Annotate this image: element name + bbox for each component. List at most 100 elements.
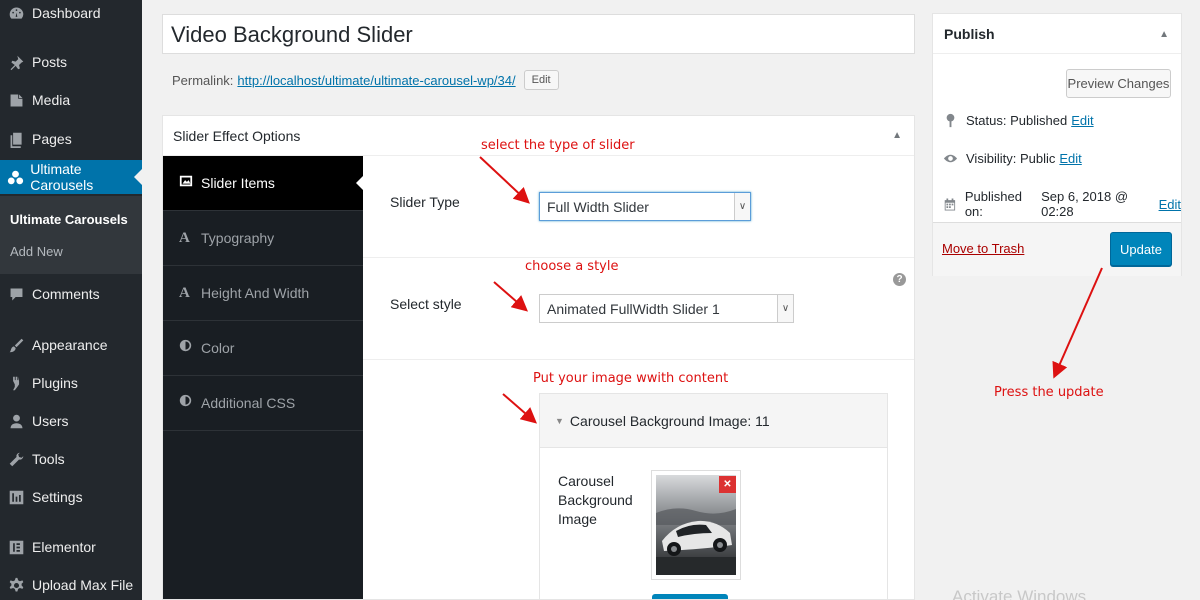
help-icon[interactable]: ? xyxy=(893,273,906,286)
tab-slider-items-label: Slider Items xyxy=(201,175,275,191)
annotation-update: Press the update xyxy=(994,385,1104,400)
published-on-row: Published on: Sep 6, 2018 @ 02:28 Edit xyxy=(943,189,1181,219)
slider-type-select[interactable]: Full Width Slider ∨ xyxy=(539,192,751,221)
select-style-value: Animated FullWidth Slider 1 xyxy=(547,300,720,317)
triangle-down-icon: ▼ xyxy=(555,415,564,426)
menu-comments-label: Comments xyxy=(32,286,100,302)
menu-dashboard-label: Dashboard xyxy=(32,5,101,21)
plugin-icon xyxy=(0,375,32,392)
published-edit-link[interactable]: Edit xyxy=(1159,197,1181,212)
menu-upload-max-file[interactable]: Upload Max File xyxy=(0,568,142,600)
menu-tools[interactable]: Tools xyxy=(0,442,142,476)
carousels-submenu: Ultimate Carousels Add New xyxy=(0,196,142,274)
menu-media[interactable]: Media xyxy=(0,83,142,117)
tab-typography[interactable]: A Typography xyxy=(163,211,363,266)
slider-type-value: Full Width Slider xyxy=(547,198,649,215)
slider-effect-options-box: Slider Effect Options ▲ Slider Items A T… xyxy=(162,115,915,600)
menu-tools-label: Tools xyxy=(32,451,65,467)
settings-icon xyxy=(0,489,32,506)
move-to-trash-link[interactable]: Move to Trash xyxy=(942,241,1024,256)
current-menu-arrow xyxy=(134,169,142,185)
contrast-icon xyxy=(179,394,199,412)
submenu-ultimate-carousels[interactable]: Ultimate Carousels xyxy=(10,212,128,227)
arrow-update xyxy=(1052,267,1103,379)
eye-icon xyxy=(943,154,958,163)
menu-comments[interactable]: Comments xyxy=(0,277,142,311)
visibility-label: Visibility: xyxy=(966,151,1017,166)
tab-height-and-width-label: Height And Width xyxy=(201,285,310,301)
visibility-edit-link[interactable]: Edit xyxy=(1059,151,1081,166)
menu-posts-label: Posts xyxy=(32,54,68,70)
remove-image-icon[interactable]: ✕ xyxy=(719,476,736,493)
tab-additional-css-label: Additional CSS xyxy=(201,395,296,411)
collapse-arrow-icon[interactable]: ▲ xyxy=(892,130,902,141)
preview-changes-button[interactable]: Preview Changes xyxy=(1066,69,1171,98)
menu-dashboard[interactable]: Dashboard xyxy=(0,0,142,30)
publish-header[interactable]: Publish ▲ xyxy=(933,14,1181,54)
permalink-edit-button[interactable]: Edit xyxy=(523,70,559,90)
users-icon xyxy=(0,413,32,430)
status-edit-link[interactable]: Edit xyxy=(1071,113,1093,128)
carousel-background-box: ▼ Carousel Background Image: 11 Carousel… xyxy=(539,393,888,599)
active-tab-pointer xyxy=(356,176,363,190)
menu-users-label: Users xyxy=(32,413,69,429)
permalink-label: Permalink: xyxy=(172,72,234,88)
menu-settings-label: Settings xyxy=(32,489,83,505)
menu-appearance[interactable]: Appearance xyxy=(0,328,142,362)
publish-box: Publish ▲ Preview Changes Status: Publis… xyxy=(932,13,1182,276)
menu-users[interactable]: Users xyxy=(0,404,142,438)
visibility-value: Public xyxy=(1019,151,1056,166)
add-image-button[interactable] xyxy=(652,594,728,599)
published-value: Sep 6, 2018 @ 02:28 xyxy=(1041,189,1129,219)
menu-settings[interactable]: Settings xyxy=(0,480,142,514)
elementor-icon xyxy=(0,539,32,556)
select-style-label: Select style xyxy=(390,296,462,312)
menu-elementor[interactable]: Elementor xyxy=(0,530,142,564)
tab-color[interactable]: Color xyxy=(163,321,363,376)
menu-plugins-label: Plugins xyxy=(32,375,78,391)
menu-elementor-label: Elementor xyxy=(32,539,96,555)
permalink-row: Permalink: http://localhost/ultimate/ult… xyxy=(172,70,559,90)
height-width-icon: A xyxy=(179,284,190,301)
options-tabs: Slider Items A Typography A Height And W… xyxy=(163,156,363,599)
annotation-image: Put your image wwith content xyxy=(533,371,729,386)
activate-windows-watermark: Activate Windows xyxy=(952,587,1087,600)
menu-media-label: Media xyxy=(32,92,71,108)
menu-posts[interactable]: Posts xyxy=(0,45,142,79)
post-title-input[interactable]: Video Background Slider xyxy=(162,14,915,54)
slider-type-label: Slider Type xyxy=(390,194,460,210)
wrench-icon xyxy=(0,451,32,468)
select-style-select[interactable]: Animated FullWidth Slider 1 ∨ xyxy=(539,294,794,323)
chevron-down-icon: ∨ xyxy=(734,193,750,220)
typography-icon: A xyxy=(179,229,190,246)
status-value: Published xyxy=(1010,113,1068,128)
menu-ultimate-carousels-label: Ultimate Carousels xyxy=(30,161,94,193)
annotation-style: choose a style xyxy=(525,259,619,274)
admin-sidebar: Dashboard Posts Media Pages Ultimate Car… xyxy=(0,0,142,600)
publish-heading: Publish xyxy=(944,25,995,42)
pin-icon xyxy=(946,113,955,128)
contrast-icon xyxy=(179,339,199,357)
collapse-arrow-icon[interactable]: ▲ xyxy=(1159,29,1169,40)
tab-color-label: Color xyxy=(201,340,235,356)
menu-ultimate-carousels[interactable]: Ultimate Carousels xyxy=(0,160,142,194)
tab-additional-css[interactable]: Additional CSS xyxy=(163,376,363,431)
pin-icon xyxy=(0,54,32,71)
annotation-slider-type: select the type of slider xyxy=(481,138,635,153)
calendar-icon xyxy=(944,197,956,211)
brush-icon xyxy=(0,337,32,354)
update-button[interactable]: Update xyxy=(1110,232,1172,266)
carousel-image-thumbnail[interactable]: ✕ xyxy=(651,470,741,580)
tab-slider-items[interactable]: Slider Items xyxy=(163,156,363,211)
submenu-add-new[interactable]: Add New xyxy=(10,244,63,259)
publish-actions: Move to Trash Update xyxy=(933,222,1181,276)
menu-pages[interactable]: Pages xyxy=(0,122,142,156)
status-label: Status: xyxy=(966,113,1007,128)
tab-height-and-width[interactable]: A Height And Width xyxy=(163,266,363,321)
permalink-url[interactable]: http://localhost/ultimate/ultimate-carou… xyxy=(237,73,515,88)
published-label: Published on: xyxy=(964,189,1022,219)
menu-plugins[interactable]: Plugins xyxy=(0,366,142,400)
carousel-background-header[interactable]: ▼ Carousel Background Image: 11 xyxy=(540,394,887,448)
dashboard-icon xyxy=(0,5,32,22)
menu-upload-max-file-label: Upload Max File xyxy=(32,577,134,593)
